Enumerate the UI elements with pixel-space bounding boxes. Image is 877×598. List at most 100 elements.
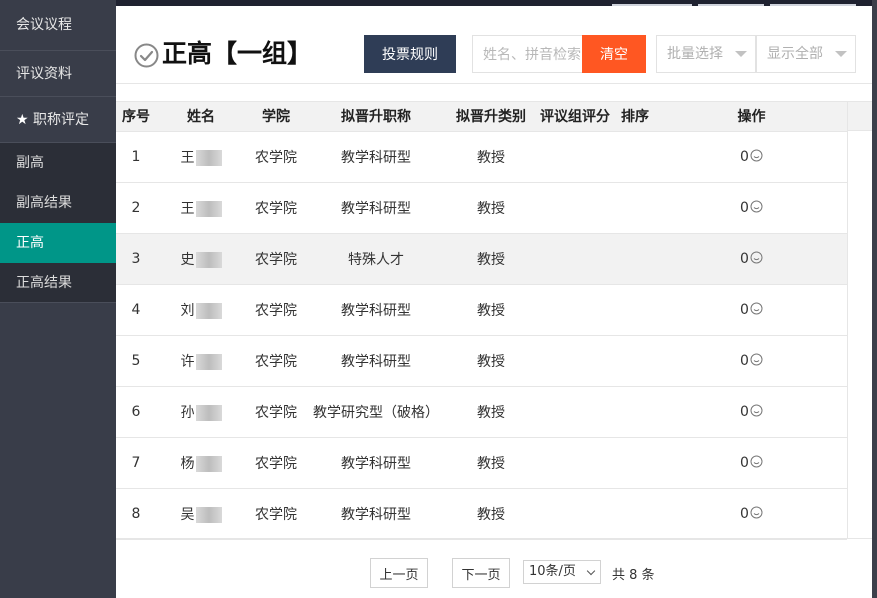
cell-score [536, 488, 614, 540]
cell-operation[interactable]: 0 [656, 386, 847, 438]
next-page-button[interactable]: 下一页 [452, 558, 510, 588]
column-header-title[interactable]: 拟晋升职称 [306, 102, 446, 132]
table-row[interactable]: 1 王 农学院 教学科研型 教授 0 [116, 131, 847, 183]
cell-category: 教授 [446, 437, 536, 489]
cell-title: 教学研究型（破格） [306, 386, 446, 438]
cell-name: 刘 [156, 284, 246, 336]
comment-icon[interactable] [750, 353, 763, 366]
name-text: 王 [180, 200, 195, 217]
table-row[interactable]: 8 吴 农学院 教学科研型 教授 0 [116, 488, 847, 540]
batch-select-dropdown[interactable]: 批量选择 [656, 35, 756, 73]
sidebar-item-materials[interactable]: 评议资料 [0, 51, 116, 97]
cell-rank [614, 488, 656, 540]
table-row[interactable]: 2 王 农学院 教学科研型 教授 0 [116, 182, 847, 234]
redacted-name-mask [195, 251, 222, 268]
comment-icon[interactable] [750, 200, 763, 213]
vote-count: 0 [740, 454, 749, 471]
column-header-category[interactable]: 拟晋升类别 [446, 102, 536, 132]
cell-name: 吴 [156, 488, 246, 540]
cell-operation[interactable]: 0 [656, 335, 847, 387]
vote-count: 0 [740, 352, 749, 369]
cell-title: 教学科研型 [306, 284, 446, 336]
sidebar-item-agenda[interactable]: 会议议程 [0, 0, 116, 51]
caret-down-icon [735, 51, 747, 57]
redacted-name-mask [195, 506, 222, 523]
cell-title: 教学科研型 [306, 437, 446, 489]
sidebar-submenu: 副高 副高结果 正高 正高结果 [0, 143, 116, 303]
cell-operation[interactable]: 0 [656, 437, 847, 489]
name-text: 孙 [180, 404, 195, 421]
cell-rank [614, 233, 656, 285]
caret-down-icon [835, 51, 847, 57]
cell-operation[interactable]: 0 [656, 284, 847, 336]
page-size-select[interactable]: 10条/页 [523, 560, 601, 584]
cell-score [536, 437, 614, 489]
sidebar-item-label: 职称评定 [33, 112, 89, 128]
cell-name: 王 [156, 131, 246, 183]
comment-icon[interactable] [750, 455, 763, 468]
comment-icon[interactable] [750, 404, 763, 417]
table-row[interactable]: 5 许 农学院 教学科研型 教授 0 [116, 335, 847, 387]
pagination: 上一页 下一页 10条/页 共 8 条 [116, 558, 872, 598]
column-header-rank[interactable]: 排序 [614, 102, 656, 132]
redacted-name-mask [195, 149, 222, 166]
sidebar-item-associate-result[interactable]: 副高结果 [0, 183, 116, 223]
cell-title: 教学科研型 [306, 488, 446, 540]
column-header-no[interactable]: 序号 [116, 102, 156, 132]
sidebar-item-full-result[interactable]: 正高结果 [0, 263, 116, 303]
page-header: 正高【一组】 投票规则 清空 批量选择 显示全部 [116, 6, 872, 84]
show-filter-dropdown[interactable]: 显示全部 [756, 35, 856, 73]
show-filter-label: 显示全部 [767, 46, 823, 62]
sidebar-item-title-review[interactable]: ★ 职称评定 [0, 97, 116, 143]
column-header-college[interactable]: 学院 [246, 102, 306, 132]
cell-operation[interactable]: 0 [656, 488, 847, 540]
search-input[interactable] [472, 35, 584, 73]
table-row[interactable]: 6 孙 农学院 教学研究型（破格） 教授 0 [116, 386, 847, 438]
cell-score [536, 284, 614, 336]
voting-rules-button[interactable]: 投票规则 [364, 35, 456, 73]
cell-operation[interactable]: 0 [656, 131, 847, 183]
cell-college: 农学院 [246, 131, 306, 183]
redacted-name-mask [195, 404, 222, 421]
redacted-name-mask [195, 353, 222, 370]
comment-icon[interactable] [750, 506, 763, 519]
table-row[interactable]: 4 刘 农学院 教学科研型 教授 0 [116, 284, 847, 336]
vote-count: 0 [740, 148, 749, 165]
cell-college: 农学院 [246, 386, 306, 438]
sidebar-item-associate[interactable]: 副高 [0, 143, 116, 183]
prev-page-button[interactable]: 上一页 [370, 558, 428, 588]
comment-icon[interactable] [750, 251, 763, 264]
vote-count: 0 [740, 199, 749, 216]
column-header-score[interactable]: 评议组评分 [536, 102, 614, 132]
cell-no: 4 [116, 284, 156, 336]
page-title: 正高【一组】 [162, 39, 313, 68]
cell-title: 特殊人才 [306, 233, 446, 285]
name-text: 许 [180, 353, 195, 370]
table-row[interactable]: 3 史 农学院 特殊人才 教授 0 [116, 233, 847, 285]
chevron-down-icon [586, 566, 596, 576]
redacted-name-mask [195, 200, 222, 217]
vote-count: 0 [740, 301, 749, 318]
column-header-name[interactable]: 姓名 [156, 102, 246, 132]
table-scroll-gutter [847, 102, 872, 538]
cell-operation[interactable]: 0 [656, 233, 847, 285]
comment-icon[interactable] [750, 302, 763, 315]
vote-count: 0 [740, 250, 749, 267]
cell-no: 5 [116, 335, 156, 387]
comment-icon[interactable] [750, 149, 763, 162]
total-count: 共 8 条 [612, 568, 655, 583]
cell-no: 8 [116, 488, 156, 540]
clear-button[interactable]: 清空 [582, 35, 646, 73]
redacted-name-mask [195, 455, 222, 472]
page-size-label: 10条/页 [529, 564, 576, 579]
cell-name: 王 [156, 182, 246, 234]
cell-rank [614, 386, 656, 438]
cell-rank [614, 284, 656, 336]
sidebar-item-full[interactable]: 正高 [0, 223, 116, 263]
cell-category: 教授 [446, 335, 536, 387]
cell-operation[interactable]: 0 [656, 182, 847, 234]
name-text: 王 [180, 149, 195, 166]
table-row[interactable]: 7 杨 农学院 教学科研型 教授 0 [116, 437, 847, 489]
sidebar: 会议议程 评议资料 ★ 职称评定 副高 副高结果 正高 正高结果 [0, 0, 116, 598]
cell-score [536, 182, 614, 234]
